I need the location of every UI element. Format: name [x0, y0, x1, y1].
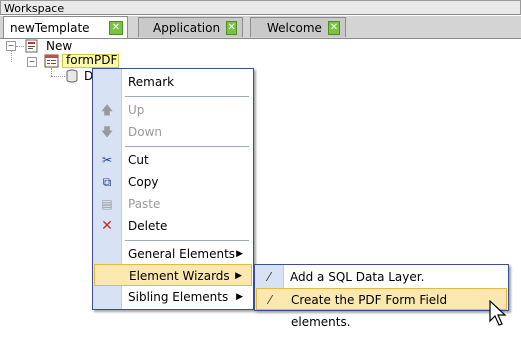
- submenu-arrow-icon: ▶: [235, 271, 242, 281]
- red-x-icon: ✕: [101, 218, 113, 234]
- tree-connector: [51, 76, 65, 77]
- menu-item-sibling-elements[interactable]: Sibling Elements ▶: [94, 286, 252, 308]
- scissors-icon: ✂: [101, 153, 113, 167]
- menu-item-label: Remark: [128, 75, 175, 89]
- menu-item-label: Add a SQL Data Layer.: [290, 270, 425, 284]
- context-menu: Remark 🡅 Up 🡇 Down ✂ Cut ⧉ Copy ▤ Paste …: [92, 68, 254, 310]
- tree-connector: [51, 68, 52, 76]
- tree-node-new[interactable]: New: [46, 39, 72, 53]
- menu-separator: [125, 96, 249, 97]
- tree-node-formpdf[interactable]: formPDF: [66, 53, 117, 67]
- menu-item-up[interactable]: 🡅 Up: [94, 99, 252, 121]
- magic-wand-icon: ⁄: [267, 270, 270, 284]
- menu-item-label: Create the PDF Form Field elements.: [291, 293, 448, 329]
- menu-separator: [125, 146, 249, 147]
- submenu-element-wizards: ⁄ Add a SQL Data Layer. ⁄ Create the PDF…: [254, 264, 509, 329]
- tab-label: Welcome: [267, 20, 322, 35]
- menu-separator: [125, 240, 249, 241]
- menu-item-add-sql-data-layer[interactable]: ⁄ Add a SQL Data Layer.: [256, 266, 507, 288]
- menu-item-element-wizards[interactable]: Element Wizards ▶: [94, 264, 252, 286]
- menu-item-create-pdf-form-fields[interactable]: ⁄ Create the PDF Form Field elements.: [256, 288, 507, 329]
- menu-item-label: General Elements: [128, 247, 236, 261]
- magic-wand-icon: ⁄: [268, 293, 271, 307]
- menu-item-label: Down: [128, 125, 163, 139]
- menu-item-label: Sibling Elements: [128, 290, 229, 304]
- tab-label: Application: [153, 20, 221, 35]
- arrow-down-icon: 🡇: [100, 125, 114, 139]
- window-titlebar: Workspace: [0, 0, 521, 15]
- menu-item-down[interactable]: 🡇 Down: [94, 121, 252, 143]
- menu-item-label: Copy: [128, 175, 159, 189]
- menu-item-label: Up: [128, 103, 145, 117]
- copy-icon: ⧉: [102, 175, 112, 189]
- menu-item-copy[interactable]: ⧉ Copy: [94, 171, 252, 193]
- menu-item-paste[interactable]: ▤ Paste: [94, 193, 252, 215]
- collapse-toggle[interactable]: [6, 41, 16, 51]
- submenu-arrow-icon: ▶: [236, 249, 243, 259]
- close-icon[interactable]: [327, 20, 340, 35]
- template-icon: [25, 39, 38, 53]
- menu-item-label: Cut: [128, 153, 149, 167]
- menu-item-delete[interactable]: ✕ Delete: [94, 215, 252, 237]
- close-icon[interactable]: [226, 20, 237, 35]
- menu-item-general-elements[interactable]: General Elements ▶: [94, 243, 252, 265]
- tab-label: newTemplate: [10, 20, 90, 35]
- tree-connector: [11, 51, 12, 62]
- collapse-toggle[interactable]: [27, 57, 37, 67]
- window-title: Workspace: [4, 2, 65, 15]
- mouse-cursor-icon: [489, 300, 507, 326]
- tree-connector: [16, 46, 24, 47]
- tab-welcome[interactable]: Welcome: [250, 17, 346, 37]
- menu-item-cut[interactable]: ✂ Cut: [94, 149, 252, 171]
- data-layer-icon: [66, 69, 78, 83]
- form-icon: [44, 54, 59, 68]
- menu-item-remark[interactable]: Remark: [94, 71, 252, 93]
- tab-strip: newTemplate Application Welcome: [0, 16, 521, 39]
- menu-item-label: Delete: [128, 219, 168, 233]
- close-icon[interactable]: [109, 20, 123, 35]
- menu-item-label: Element Wizards: [129, 269, 230, 283]
- submenu-arrow-icon: ▶: [236, 292, 243, 302]
- arrow-up-icon: 🡅: [100, 103, 114, 117]
- tab-newtemplate[interactable]: newTemplate: [3, 16, 128, 38]
- menu-item-label: Paste: [128, 197, 161, 211]
- paste-icon: ▤: [101, 197, 113, 211]
- tab-application[interactable]: Application: [138, 17, 243, 37]
